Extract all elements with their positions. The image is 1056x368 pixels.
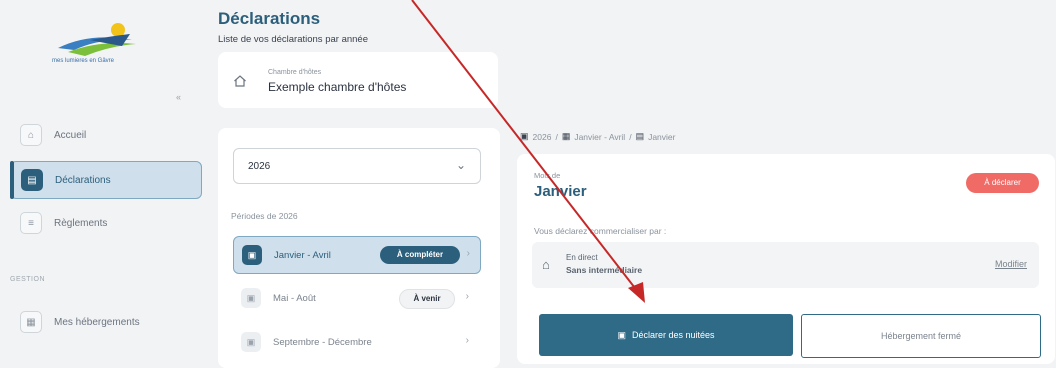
sidebar-item-accueil[interactable]: ⌂ Accueil bbox=[10, 117, 200, 153]
page-subtitle: Liste de vos déclarations par année bbox=[218, 34, 368, 45]
breadcrumb-item[interactable]: Janvier - Avril bbox=[574, 132, 625, 142]
calendar-range-icon: ▦ bbox=[561, 131, 571, 141]
year-select[interactable]: 2026 ⌄ bbox=[233, 148, 481, 184]
sidebar-item-label: Accueil bbox=[54, 129, 87, 141]
store-icon: ⌂ bbox=[542, 257, 550, 272]
host-card[interactable]: Chambre d'hôtes Exemple chambre d'hôtes bbox=[218, 52, 498, 108]
button-label: Déclarer des nuitées bbox=[631, 330, 715, 340]
sales-channel-box: ⌂ En direct Sans intermédiaire Modifier bbox=[532, 242, 1039, 288]
month-card: Mois de Janvier À déclarer Vous déclarez… bbox=[517, 154, 1055, 364]
breadcrumb-separator: / bbox=[629, 131, 632, 142]
closed-accommodation-button[interactable]: Hébergement fermé bbox=[801, 314, 1041, 358]
declare-nights-button[interactable]: ▣ Déclarer des nuitées bbox=[539, 314, 793, 356]
calendar-day-icon: ▤ bbox=[635, 131, 645, 141]
calendar-icon: ▣ bbox=[241, 288, 261, 308]
sidebar: mes lumieres en Gâvre « ⌂ Accueil ▤ Décl… bbox=[0, 0, 205, 360]
breadcrumb-item[interactable]: 2026 bbox=[533, 132, 552, 142]
month-name: Janvier bbox=[534, 183, 587, 200]
calendar-icon: ▣ bbox=[520, 131, 529, 141]
breadcrumb: ▣ 2026 / ▦ Janvier - Avril / ▤ Janvier bbox=[520, 131, 675, 142]
channel-subtitle: Sans intermédiaire bbox=[566, 265, 643, 275]
calendar-icon: ▣ bbox=[241, 332, 261, 352]
period-label: Mai - Août bbox=[273, 292, 316, 304]
host-name: Exemple chambre d'hôtes bbox=[268, 80, 407, 94]
section-label-gestion: GESTION bbox=[10, 276, 46, 283]
declare-text: Vous déclarez commercialiser par : bbox=[534, 226, 667, 236]
year-value: 2026 bbox=[248, 161, 271, 172]
periods-panel: 2026 ⌄ Périodes de 2026 ▣ Janvier - Avri… bbox=[218, 128, 500, 368]
period-row-septembre-decembre[interactable]: ▣ Septembre - Décembre › bbox=[233, 324, 479, 360]
sidebar-item-label: Mes hébergements bbox=[54, 316, 140, 328]
button-label: Hébergement fermé bbox=[880, 331, 962, 341]
sidebar-item-declarations[interactable]: ▤ Déclarations bbox=[10, 161, 202, 199]
sidebar-item-reglements[interactable]: ≡ Règlements bbox=[10, 205, 200, 241]
breadcrumb-separator: / bbox=[555, 131, 558, 142]
sidebar-item-label: Règlements bbox=[54, 217, 108, 229]
month-label: Mois de bbox=[534, 171, 561, 180]
sidebar-item-hebergements[interactable]: ▦ Mes hébergements bbox=[10, 304, 200, 340]
active-indicator bbox=[10, 161, 14, 199]
brand-tagline: mes lumieres en Gâvre bbox=[52, 58, 115, 64]
sidebar-item-label: Déclarations bbox=[55, 174, 111, 186]
channel-title: En direct bbox=[566, 253, 598, 262]
collapse-sidebar-button[interactable]: « bbox=[176, 92, 181, 102]
modify-link[interactable]: Modifier bbox=[995, 259, 1027, 269]
period-label: Septembre - Décembre bbox=[273, 336, 372, 348]
periods-label: Périodes de 2026 bbox=[231, 211, 298, 221]
chevron-down-icon: ⌄ bbox=[455, 158, 466, 172]
status-badge: À déclarer bbox=[966, 173, 1039, 193]
home-icon: ⌂ bbox=[20, 124, 42, 146]
calendar-icon: ▣ bbox=[617, 329, 626, 340]
period-row-mai-aout[interactable]: ▣ Mai - Août À venir › bbox=[233, 280, 479, 316]
payment-icon: ≡ bbox=[20, 212, 42, 234]
period-row-janvier-avril[interactable]: ▣ Janvier - Avril À compléter › bbox=[233, 236, 481, 274]
period-label: Janvier - Avril bbox=[274, 249, 331, 261]
status-badge: À compléter bbox=[380, 246, 460, 264]
host-type: Chambre d'hôtes bbox=[268, 69, 322, 76]
breadcrumb-item: Janvier bbox=[648, 131, 676, 142]
calendar-icon: ▣ bbox=[242, 245, 262, 265]
chevron-right-icon: › bbox=[465, 335, 469, 346]
building-icon: ▦ bbox=[20, 311, 42, 333]
chevron-right-icon: › bbox=[465, 291, 469, 302]
home-icon bbox=[234, 75, 246, 87]
status-badge: À venir bbox=[399, 289, 455, 309]
chevron-right-icon: › bbox=[466, 248, 470, 259]
page-title: Déclarations bbox=[218, 9, 321, 28]
document-icon: ▤ bbox=[21, 169, 43, 191]
